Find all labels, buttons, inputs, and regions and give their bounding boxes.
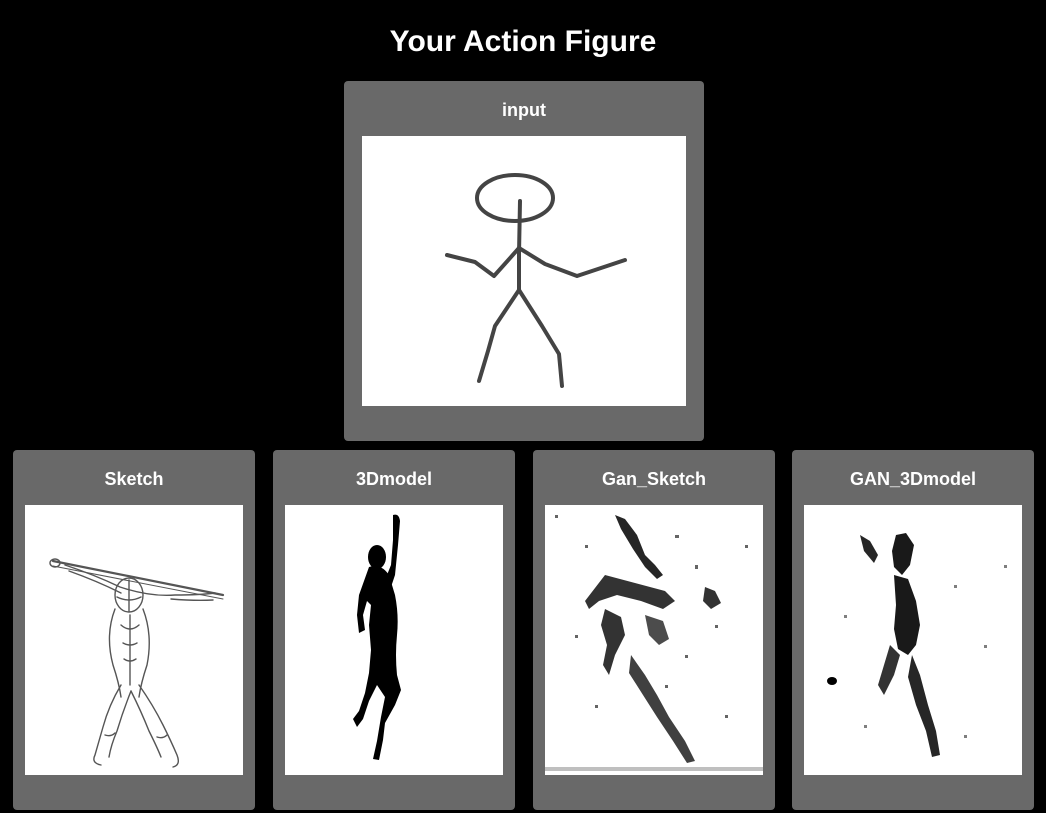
- gan-sketch-card-label: Gan_Sketch: [601, 469, 707, 489]
- stick-figure-left-leg: [477, 288, 521, 383]
- input-card-label: input: [502, 100, 546, 120]
- 3dmodel-image: [285, 505, 503, 775]
- noisy-gan-sketch-image: [545, 515, 763, 771]
- silhouette-figure-image: [353, 514, 401, 760]
- stick-figure-image: [445, 173, 627, 388]
- gan-sketch-image: [545, 505, 763, 775]
- stick-figure-right-leg: [517, 288, 564, 388]
- page: Your Action Figure input Sketch 3Dmodel …: [0, 0, 1046, 813]
- gan-3dmodel-image: [804, 505, 1022, 775]
- 3dmodel-card-label: 3Dmodel: [355, 469, 433, 489]
- gan-3dmodel-card: GAN_3Dmodel: [792, 450, 1034, 810]
- sketch-card: Sketch: [13, 450, 255, 810]
- stick-figure-left-arm: [445, 246, 521, 278]
- sketch-image: [25, 505, 243, 775]
- stick-figure-head: [475, 173, 555, 223]
- gan-3dmodel-card-label: GAN_3Dmodel: [849, 469, 977, 489]
- noisy-gan-silhouette-image: [827, 533, 1007, 757]
- muscular-figure-sketch-image: [49, 558, 225, 768]
- input-card: input: [344, 81, 704, 441]
- stick-figure-right-arm: [517, 246, 627, 278]
- gan-sketch-card: Gan_Sketch: [533, 450, 775, 810]
- page-title: Your Action Figure: [389, 25, 657, 58]
- 3dmodel-card: 3Dmodel: [273, 450, 515, 810]
- sketch-card-label: Sketch: [104, 469, 164, 489]
- input-image: [362, 136, 686, 406]
